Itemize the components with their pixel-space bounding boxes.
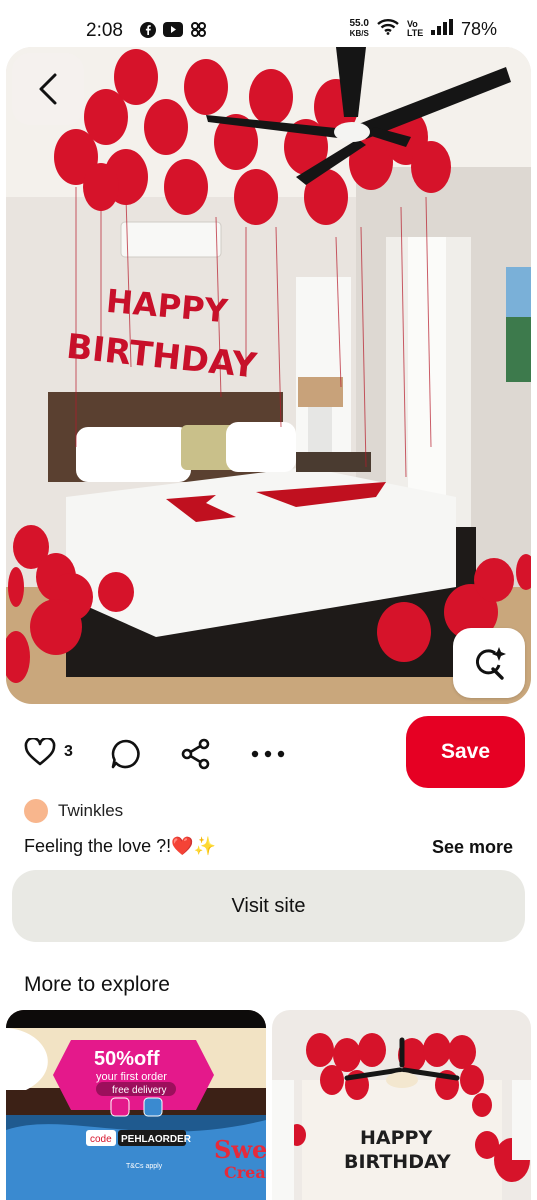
promo-line3: free delivery [112,1085,166,1096]
promo-headline: 50%off [94,1048,160,1070]
more-to-explore-heading: More to explore [24,973,170,996]
description-text: Feeling the love ?! [24,836,172,856]
promo-tcs: T&Cs apply [126,1163,163,1170]
volte-label: Vo LTE [406,19,424,38]
promo-code-label: code [90,1134,112,1145]
avatar[interactable] [24,799,48,823]
comment-button[interactable] [110,738,142,770]
pin-image-illustration: HAPPY BIRTHDAY [6,47,531,704]
heart-emoji-icon: ❤️ [171,836,194,856]
pin-author[interactable]: Twinkles [24,799,123,823]
ellipsis-icon [251,750,285,758]
visit-site-button[interactable]: Visit site [12,870,525,942]
lens-search-icon [475,647,506,680]
youtube-icon [163,22,183,42]
promo-brand2: Cream [224,1163,266,1182]
explore-card-promo[interactable]: 50%off your first order free delivery co… [6,1010,266,1200]
status-bar: 2:08 55.0 KB/S Vo LTE 78% [0,0,537,50]
heart-icon [24,738,56,766]
pin-description: Feeling the love ?!❤️✨ [24,836,216,857]
save-button[interactable]: Save [406,716,525,788]
like-count: 3 [64,743,73,760]
visual-search-button[interactable] [453,628,525,698]
birthday-room-image: HAPPY BIRTHDAY [272,1010,531,1200]
pin-actions: 3 Save [0,716,537,788]
network-speed: 55.0 KB/S [349,18,369,39]
explore-card-birthday[interactable]: HAPPY BIRTHDAY [272,1010,531,1200]
card-banner-happy: HAPPY [360,1127,432,1149]
see-more-link[interactable]: See more [432,837,513,858]
share-icon [181,738,210,770]
more-options-button[interactable] [250,738,286,770]
signal-icon [430,18,453,40]
promo-code: PEHLAORDER [121,1134,192,1145]
wifi-icon [377,18,399,40]
battery-level: 78% [460,18,497,39]
status-app-icons [140,21,207,43]
pin-image[interactable]: HAPPY BIRTHDAY [6,47,531,704]
status-time: 2:08 [86,20,123,41]
share-button[interactable] [180,738,212,770]
author-name[interactable]: Twinkles [58,801,123,821]
card-banner-birthday: BIRTHDAY [344,1151,451,1173]
status-right: 55.0 KB/S Vo LTE 78% [349,18,497,40]
promo-line2: your first order [96,1071,167,1083]
pinwheel-icon [190,21,207,43]
facebook-icon [140,21,156,43]
promo-brand: Sweet [214,1135,266,1164]
comment-icon [111,739,140,769]
promo-ad-image: 50%off your first order free delivery co… [6,1010,266,1200]
like-button[interactable]: 3 [24,738,73,766]
sparkles-emoji-icon: ✨ [193,836,216,856]
back-button[interactable] [12,53,84,125]
chevron-left-icon [39,73,57,105]
